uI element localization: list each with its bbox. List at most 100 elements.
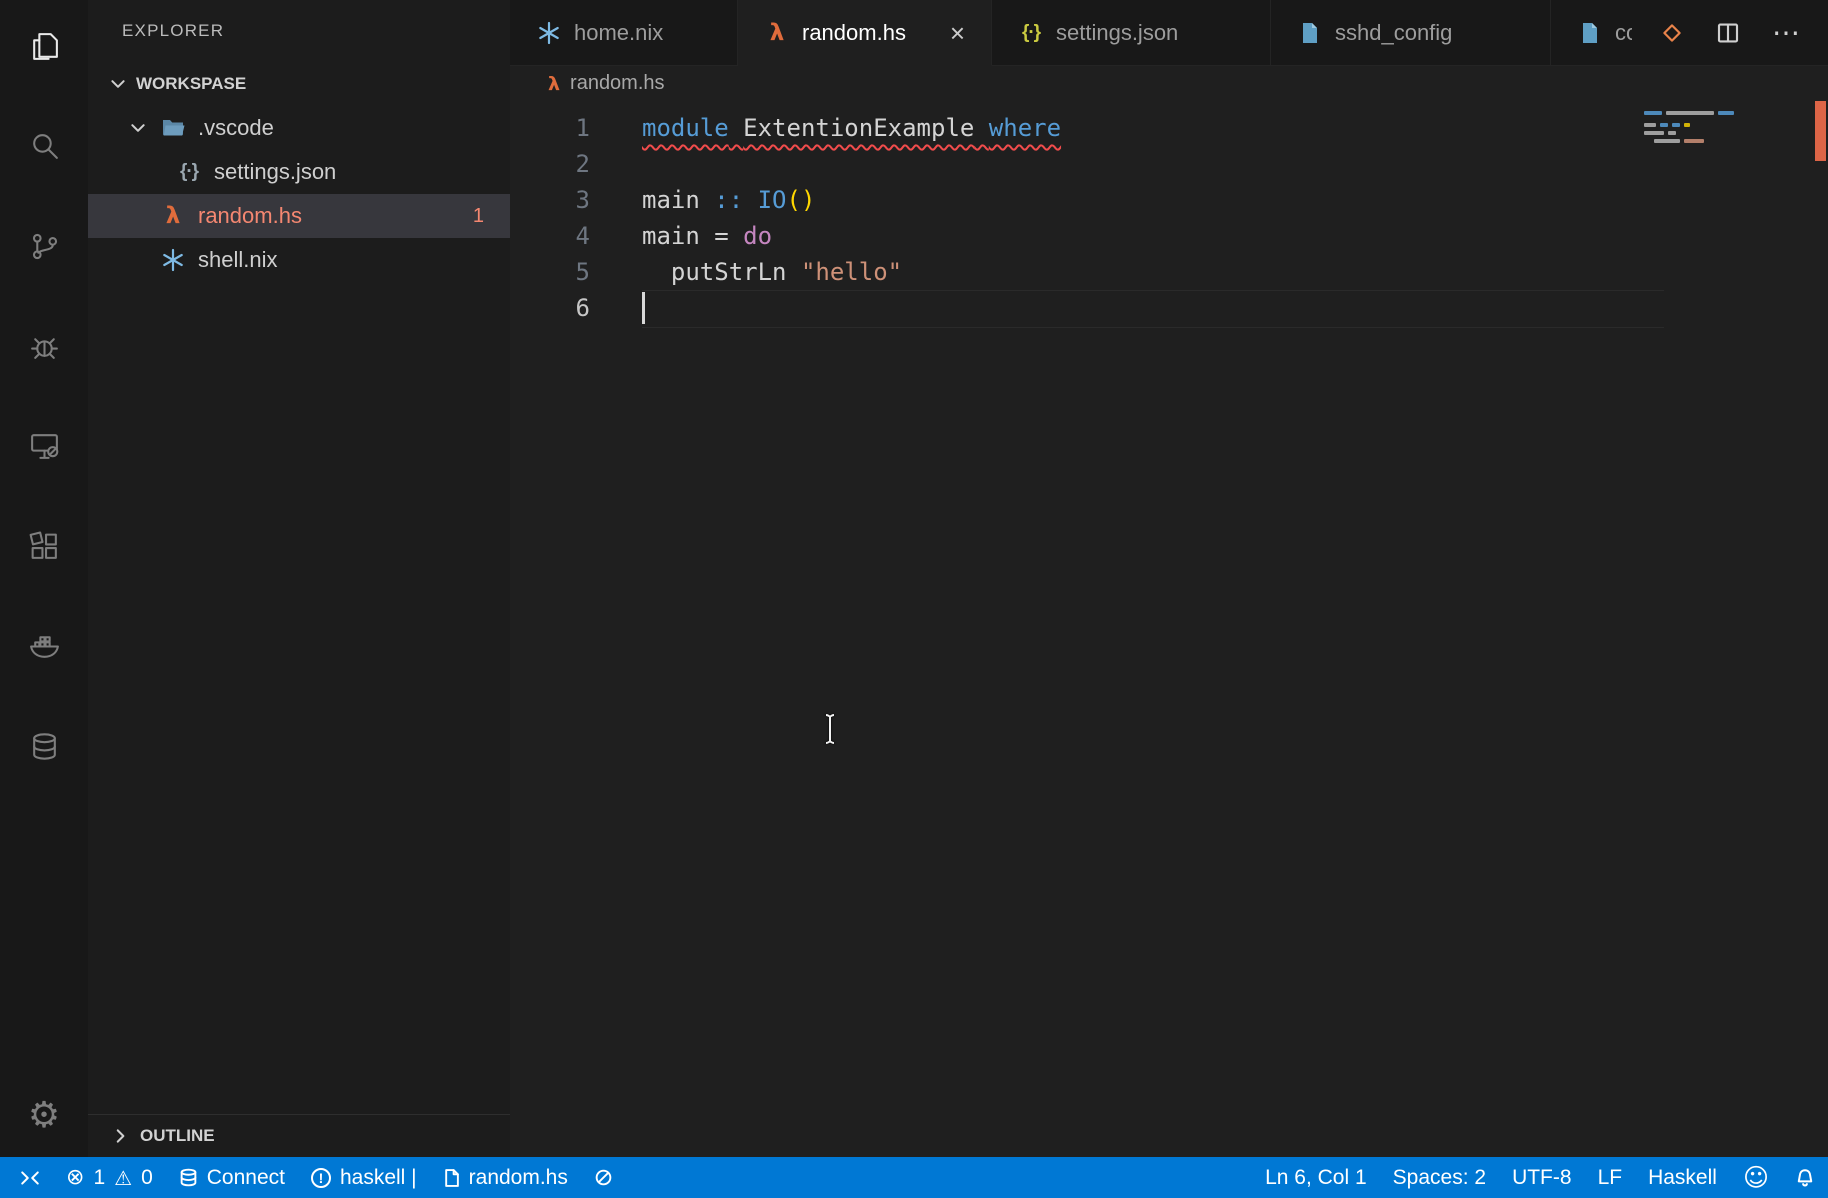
json-icon: {·} xyxy=(1021,21,1041,43)
nix-icon xyxy=(160,248,186,272)
tab-label: settings.json xyxy=(1056,19,1179,45)
editor-actions: ⋯ xyxy=(1632,0,1828,66)
tab-label: sshd_config xyxy=(1335,19,1453,45)
indentation-setting[interactable]: Spaces: 2 xyxy=(1380,1157,1499,1198)
text-caret xyxy=(642,292,645,324)
file-tree: .vscode {·} settings.json λ random.hs 1 … xyxy=(88,106,510,282)
problems-indicator[interactable]: ⊗ 1 ⚠ 0 xyxy=(53,1157,166,1198)
active-file-label: random.hs xyxy=(468,1165,568,1189)
split-editor-icon[interactable] xyxy=(1716,21,1740,45)
outline-section-header[interactable]: OUTLINE xyxy=(88,1114,510,1157)
line-number: 2 xyxy=(575,150,590,178)
chevron-down-icon xyxy=(108,74,128,94)
screw-indicator[interactable] xyxy=(581,1157,626,1198)
feedback-smiley-icon[interactable]: ☺ xyxy=(1730,1157,1782,1198)
remote-explorer-icon[interactable] xyxy=(20,422,68,470)
breadcrumb-file: random.hs xyxy=(570,72,665,94)
search-icon[interactable] xyxy=(20,122,68,170)
nix-icon xyxy=(536,21,562,45)
haskell-icon: λ xyxy=(769,19,785,46)
connect-label: Connect xyxy=(206,1165,285,1189)
warning-icon: ⚠ xyxy=(114,1165,133,1190)
database-icon[interactable] xyxy=(20,722,68,770)
remote-icon xyxy=(21,1170,39,1185)
code-line-5: 5 putStrLn "hello" xyxy=(510,254,1828,290)
explorer-sidebar: EXPLORER WORKSPASE .vscode {·} settings.… xyxy=(88,0,510,1157)
error-icon: ⊗ xyxy=(66,1164,85,1190)
minimap[interactable] xyxy=(1644,111,1764,147)
status-bar: ⊗ 1 ⚠ 0 Connect ! haskell | random.hs Ln… xyxy=(0,1157,1828,1198)
tree-item-random-hs[interactable]: λ random.hs 1 xyxy=(88,194,510,238)
chevron-down-icon xyxy=(128,118,148,138)
line-number: 3 xyxy=(575,186,590,214)
overview-ruler-error-mark xyxy=(1815,101,1826,161)
code-area: 1 module ExtentionExample where 2 3 main… xyxy=(510,110,1828,326)
run-debug-icon[interactable] xyxy=(20,322,68,370)
tab-label: random.hs xyxy=(802,19,906,45)
extensions-icon[interactable] xyxy=(20,522,68,570)
active-file-status[interactable]: random.hs xyxy=(430,1157,581,1198)
warning-count: 0 xyxy=(141,1165,153,1189)
code-line-2: 2 xyxy=(510,146,1828,182)
cursor-position[interactable]: Ln 6, Col 1 xyxy=(1245,1157,1380,1198)
tab-random-hs[interactable]: λ random.hs × xyxy=(738,0,992,66)
status-right: Ln 6, Col 1 Spaces: 2 UTF-8 LF Haskell ☺ xyxy=(1245,1157,1828,1198)
notifications-bell-icon[interactable] xyxy=(1782,1157,1828,1198)
sidebar-title: EXPLORER xyxy=(122,21,225,40)
file-label: .vscode xyxy=(198,115,274,140)
tab-sshd-config[interactable]: sshd_config xyxy=(1271,0,1551,66)
language-mode[interactable]: Haskell xyxy=(1635,1157,1730,1198)
file-label: settings.json xyxy=(214,159,337,184)
tab-settings-json[interactable]: {·} settings.json xyxy=(992,0,1271,66)
tree-item-settings-json[interactable]: {·} settings.json xyxy=(88,150,510,194)
encoding-setting[interactable]: UTF-8 xyxy=(1499,1157,1585,1198)
tree-item-shell-nix[interactable]: shell.nix xyxy=(88,238,510,282)
activity-bar: ⚙ xyxy=(0,0,88,1157)
file-icon xyxy=(1577,21,1603,45)
code-line-6: 6 xyxy=(510,290,1828,326)
file-icon xyxy=(1297,21,1323,45)
screw-icon xyxy=(595,1169,612,1186)
explorer-icon[interactable] xyxy=(20,22,68,70)
line-number: 4 xyxy=(575,222,590,250)
compare-changes-icon[interactable] xyxy=(1660,21,1684,45)
file-label: shell.nix xyxy=(198,247,278,272)
connect-button[interactable]: Connect xyxy=(166,1157,298,1198)
breadcrumb[interactable]: λ random.hs xyxy=(510,66,1828,101)
line-number-current: 6 xyxy=(575,294,590,322)
workspace-section-header[interactable]: WORKSPASE xyxy=(88,62,510,106)
json-icon: {·} xyxy=(179,161,199,182)
tab-bar: home.nix λ random.hs × {·} settings.json… xyxy=(510,0,1828,66)
docker-icon[interactable] xyxy=(20,622,68,670)
close-icon[interactable]: × xyxy=(950,20,965,46)
folder-open-icon xyxy=(160,118,186,138)
remote-indicator[interactable] xyxy=(0,1157,53,1198)
haskell-icon: λ xyxy=(548,72,561,95)
gear-glyph: ⚙ xyxy=(27,1094,61,1135)
eol-setting[interactable]: LF xyxy=(1585,1157,1636,1198)
haskell-status[interactable]: ! haskell | xyxy=(298,1157,430,1198)
file-label: random.hs xyxy=(198,203,302,228)
workbench: ⚙ EXPLORER WORKSPASE .vscode {·} setting… xyxy=(0,0,1828,1157)
manage-gear-icon[interactable]: ⚙ xyxy=(20,1091,68,1139)
status-left: ⊗ 1 ⚠ 0 Connect ! haskell | random.hs xyxy=(0,1157,626,1198)
code-line-1: 1 module ExtentionExample where xyxy=(510,110,1828,146)
haskell-status-label: haskell | xyxy=(339,1165,417,1189)
outline-label: OUTLINE xyxy=(140,1126,215,1145)
source-control-icon[interactable] xyxy=(20,222,68,270)
code-line-3: 3 main :: IO() xyxy=(510,182,1828,218)
line-number: 1 xyxy=(575,114,590,142)
chevron-right-icon xyxy=(110,1126,130,1146)
editor-group: home.nix λ random.hs × {·} settings.json… xyxy=(510,0,1828,1157)
file-icon xyxy=(444,1168,459,1187)
vscode-window: { "colors": { "status_bar_bg": "#0078d4"… xyxy=(0,0,1828,1198)
tab-home-nix[interactable]: home.nix xyxy=(510,0,738,66)
line-number: 5 xyxy=(575,258,590,286)
code-editor[interactable]: 1 module ExtentionExample where 2 3 main… xyxy=(510,101,1828,1157)
more-actions-icon[interactable]: ⋯ xyxy=(1772,18,1800,46)
text-cursor-ibeam xyxy=(820,713,840,750)
error-count: 1 xyxy=(93,1165,106,1189)
tree-item-vscode-folder[interactable]: .vscode xyxy=(88,106,510,150)
error-count-badge: 1 xyxy=(472,204,484,227)
code-line-4: 4 main = do xyxy=(510,218,1828,254)
